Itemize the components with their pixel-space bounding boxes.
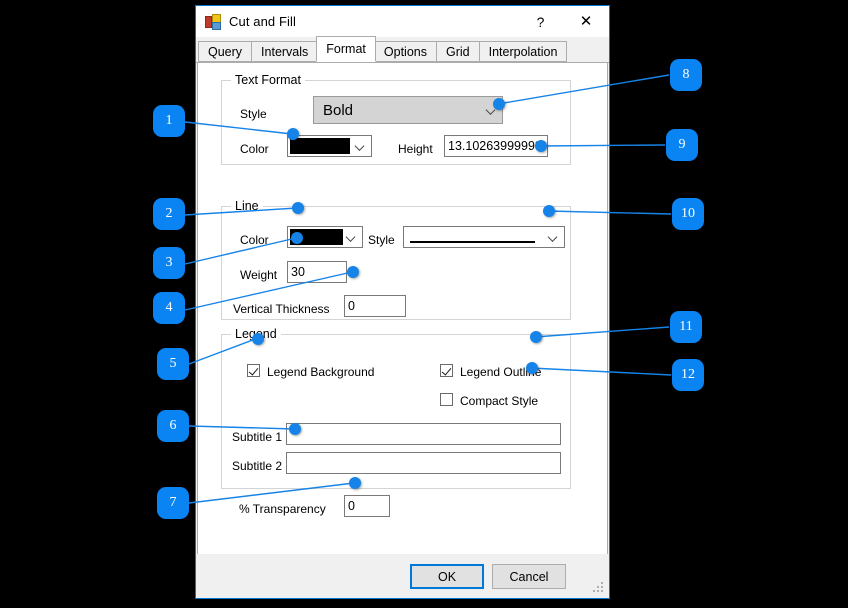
legend-subtitle2-label: Subtitle 2 bbox=[232, 459, 282, 473]
legend-group: Legend Legend Background Legend Outline … bbox=[221, 334, 571, 489]
line-style-combo[interactable] bbox=[403, 226, 565, 248]
annotation-badge-5[interactable]: 5 bbox=[157, 348, 189, 380]
marker-dot-10 bbox=[543, 205, 555, 217]
annotation-badge-11[interactable]: 11 bbox=[670, 311, 702, 343]
chevron-down-icon bbox=[549, 233, 558, 242]
color-swatch bbox=[290, 138, 350, 154]
marker-dot-7 bbox=[349, 477, 361, 489]
text-format-group: Text Format Style Bold Color Height 13.1… bbox=[221, 80, 571, 165]
line-group-label: Line bbox=[231, 199, 263, 213]
text-format-style-value: Bold bbox=[323, 102, 353, 119]
text-format-color-combo[interactable] bbox=[287, 135, 372, 157]
text-format-height-input[interactable]: 13.10263999999 bbox=[444, 135, 548, 157]
chevron-down-icon bbox=[356, 142, 365, 151]
marker-dot-9 bbox=[535, 140, 547, 152]
text-format-height-label: Height bbox=[398, 142, 433, 156]
dialog-body: Text Format Style Bold Color Height 13.1… bbox=[197, 63, 608, 554]
marker-dot-6 bbox=[289, 423, 301, 435]
ok-button[interactable]: OK bbox=[410, 564, 484, 589]
line-vertical-thickness-input[interactable]: 0 bbox=[344, 295, 406, 317]
legend-subtitle1-label: Subtitle 1 bbox=[232, 430, 282, 444]
line-weight-input[interactable]: 30 bbox=[287, 261, 347, 283]
annotation-badge-4[interactable]: 4 bbox=[153, 292, 185, 324]
annotation-badge-8[interactable]: 8 bbox=[670, 59, 702, 91]
compact-style-checkbox[interactable] bbox=[440, 393, 453, 406]
chevron-down-icon bbox=[347, 233, 356, 242]
annotation-badge-12[interactable]: 12 bbox=[672, 359, 704, 391]
legend-background-label: Legend Background bbox=[267, 365, 374, 379]
marker-dot-3 bbox=[291, 232, 303, 244]
annotation-badge-10[interactable]: 10 bbox=[672, 198, 704, 230]
annotation-badge-2[interactable]: 2 bbox=[153, 198, 185, 230]
help-button[interactable]: ? bbox=[518, 6, 563, 37]
app-icon bbox=[205, 14, 221, 30]
text-format-style-label: Style bbox=[240, 107, 267, 121]
annotation-badge-3[interactable]: 3 bbox=[153, 247, 185, 279]
dialog-footer: OK Cancel bbox=[196, 554, 609, 598]
title-bar-buttons: ? ✕ bbox=[518, 6, 609, 37]
resize-grip[interactable] bbox=[593, 582, 605, 594]
tab-format[interactable]: Format bbox=[316, 36, 376, 62]
marker-dot-12 bbox=[526, 362, 538, 374]
marker-dot-1 bbox=[287, 128, 299, 140]
line-group: Line Color Style Weight 30 Vertical Thic… bbox=[221, 206, 571, 320]
text-format-style-combo[interactable]: Bold bbox=[313, 96, 503, 124]
legend-subtitle2-input[interactable] bbox=[286, 452, 561, 474]
cancel-button[interactable]: Cancel bbox=[492, 564, 566, 589]
tab-strip: Query Intervals Format Options Grid Inte… bbox=[196, 37, 609, 63]
annotation-badge-7[interactable]: 7 bbox=[157, 487, 189, 519]
window-title: Cut and Fill bbox=[229, 14, 296, 29]
legend-outline-checkbox[interactable] bbox=[440, 364, 453, 377]
cut-and-fill-dialog: Cut and Fill ? ✕ Query Intervals Format … bbox=[195, 5, 610, 599]
marker-dot-8 bbox=[493, 98, 505, 110]
close-icon[interactable]: ✕ bbox=[563, 6, 609, 37]
screenshot-root: Cut and Fill ? ✕ Query Intervals Format … bbox=[0, 0, 848, 608]
marker-dot-11 bbox=[530, 331, 542, 343]
tab-query[interactable]: Query bbox=[198, 41, 252, 62]
text-format-group-label: Text Format bbox=[231, 73, 305, 87]
line-color-label: Color bbox=[240, 233, 269, 247]
line-weight-label: Weight bbox=[240, 268, 277, 282]
tab-grid[interactable]: Grid bbox=[436, 41, 480, 62]
transparency-label: % Transparency bbox=[239, 502, 326, 516]
marker-dot-2 bbox=[292, 202, 304, 214]
tab-intervals[interactable]: Intervals bbox=[251, 41, 318, 62]
line-vertical-thickness-label: Vertical Thickness bbox=[233, 302, 330, 316]
marker-dot-4 bbox=[347, 266, 359, 278]
annotation-badge-6[interactable]: 6 bbox=[157, 410, 189, 442]
legend-background-checkbox[interactable] bbox=[247, 364, 260, 377]
marker-dot-5 bbox=[252, 333, 264, 345]
compact-style-label: Compact Style bbox=[460, 394, 538, 408]
annotation-badge-9[interactable]: 9 bbox=[666, 129, 698, 161]
text-format-color-label: Color bbox=[240, 142, 269, 156]
line-style-sample bbox=[410, 241, 535, 243]
legend-subtitle1-input[interactable] bbox=[286, 423, 561, 445]
title-bar: Cut and Fill ? ✕ bbox=[196, 6, 609, 37]
annotation-badge-1[interactable]: 1 bbox=[153, 105, 185, 137]
tab-interpolation[interactable]: Interpolation bbox=[479, 41, 568, 62]
line-style-label: Style bbox=[368, 233, 395, 247]
tab-options[interactable]: Options bbox=[374, 41, 437, 62]
transparency-input[interactable]: 0 bbox=[344, 495, 390, 517]
